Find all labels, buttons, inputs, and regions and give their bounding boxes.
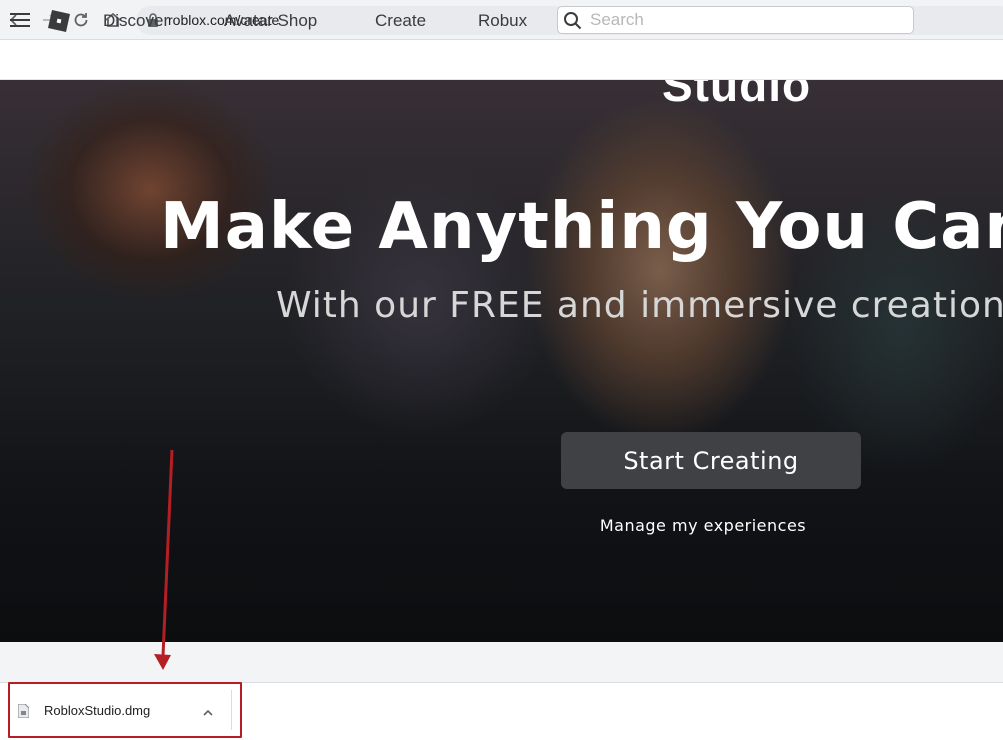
nav-robux[interactable]: Robux (478, 11, 527, 31)
manage-experiences-link[interactable]: Manage my experiences (561, 516, 845, 535)
menu-icon[interactable] (10, 11, 30, 29)
site-header (0, 40, 1003, 80)
hero-subtitle: With our FREE and immersive creation (276, 285, 1003, 326)
nav-create[interactable]: Create (375, 11, 426, 31)
hero-title: Make Anything You Can I (160, 190, 1003, 264)
search-icon[interactable] (563, 11, 583, 31)
search-input[interactable] (590, 10, 900, 30)
download-file-name[interactable]: RobloxStudio.dmg (44, 703, 150, 718)
reload-icon[interactable] (71, 10, 91, 30)
annotation-arrow-icon (150, 448, 180, 674)
studio-logo-icon (588, 80, 632, 90)
studio-logo-wordmark: Studio (662, 80, 812, 111)
chevron-up-icon[interactable] (202, 705, 214, 716)
nav-discover[interactable]: Discover (103, 11, 169, 31)
nav-avatar-shop[interactable]: Avatar Shop (224, 11, 317, 31)
file-icon (17, 703, 30, 719)
start-creating-button[interactable]: Start Creating (561, 432, 861, 489)
roblox-logo-icon[interactable] (47, 9, 71, 33)
shelf-divider (231, 690, 232, 730)
